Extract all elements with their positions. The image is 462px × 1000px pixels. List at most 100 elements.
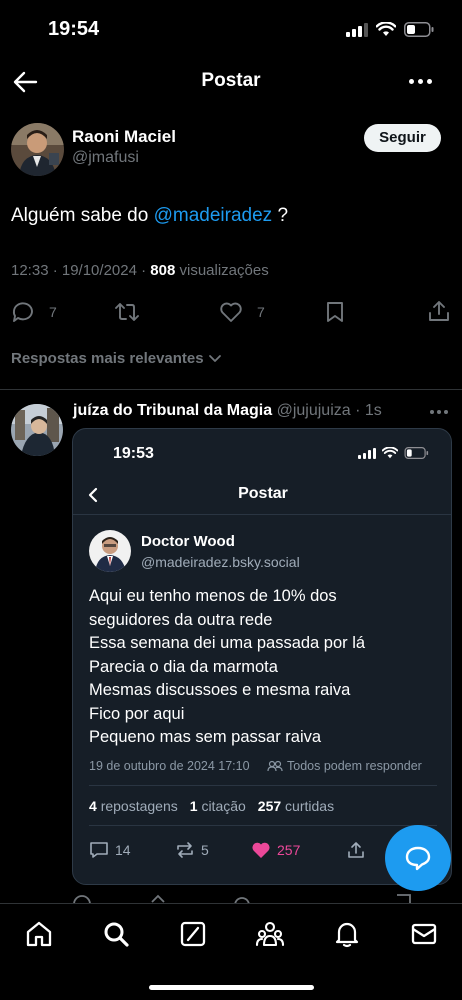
more-options-button[interactable]	[409, 79, 432, 84]
embedded-repost-action: 5	[175, 841, 251, 859]
share-action[interactable]	[428, 300, 450, 322]
repost-icon	[115, 303, 139, 321]
embedded-repost-count: 5	[201, 842, 209, 858]
embedded-reply-action: 14	[89, 841, 175, 859]
author-avatar[interactable]	[11, 123, 64, 176]
embedded-author-name: Doctor Wood	[141, 533, 235, 550]
reply-count: 7	[49, 304, 57, 320]
bell-icon	[335, 922, 359, 948]
nav-communities[interactable]	[255, 919, 285, 949]
quotes-label: citação	[201, 798, 246, 814]
embedded-author-avatar	[89, 530, 131, 572]
more-dot-icon	[427, 79, 432, 84]
embedded-post-text: Aqui eu tenho menos de 10% dos seguidore…	[89, 585, 365, 750]
post-text-prefix: Alguém sabe do	[11, 205, 154, 226]
communities-icon	[255, 921, 285, 947]
embedded-divider	[89, 785, 437, 786]
nav-search[interactable]	[101, 919, 131, 949]
embedded-title: Postar	[238, 485, 288, 502]
embedded-divider	[73, 514, 451, 515]
embedded-status-time: 19:53	[113, 445, 154, 462]
chevron-down-icon	[208, 354, 221, 362]
embedded-status-icons	[358, 447, 429, 459]
embedded-reply-count: 14	[115, 842, 131, 858]
embedded-divider	[89, 825, 437, 826]
embedded-text-line: Mesmas discussoes e mesma raiva	[89, 681, 351, 699]
embedded-stats: 4 repostagens 1 citação 257 curtidas	[89, 798, 334, 814]
reply-more-button[interactable]	[430, 410, 448, 414]
share-icon	[429, 301, 449, 321]
embedded-screenshot[interactable]: 19:53 Postar Doctor Wood @madeiradez.bsk…	[72, 428, 452, 885]
post-text-suffix: ?	[272, 205, 289, 226]
embedded-author-handle: @madeiradez.bsky.social	[141, 554, 300, 570]
likes-stat: 257 curtidas	[258, 798, 334, 814]
nav-notifications[interactable]	[332, 919, 362, 949]
repost-icon	[177, 842, 193, 858]
wifi-icon	[382, 447, 398, 459]
status-bar-time: 19:54	[48, 18, 100, 40]
grok-icon	[180, 921, 206, 947]
heart-icon	[220, 302, 242, 322]
embedded-text-line: Fico por aqui	[89, 704, 185, 723]
embedded-text-line: Essa semana dei uma passada por lá	[89, 634, 366, 652]
more-dot-icon	[437, 410, 441, 414]
follow-button[interactable]: Seguir	[364, 124, 441, 152]
views-count: 808	[150, 262, 176, 279]
envelope-icon	[411, 923, 437, 945]
author-name[interactable]: Raoni Maciel	[72, 127, 176, 147]
post-text: Alguém sabe do @madeiradez ?	[11, 205, 288, 227]
embedded-who-can-reply: Todos podem responder	[267, 759, 422, 773]
reply-author-name: juíza do Tribunal da Magia	[73, 402, 273, 419]
share-icon	[348, 842, 364, 858]
embedded-text-line: seguidores da outra rede	[89, 610, 273, 629]
reply-author[interactable]: juíza do Tribunal da Magia @jujujuiza · …	[73, 402, 382, 420]
more-dot-icon	[418, 79, 423, 84]
nav-messages[interactable]	[409, 919, 439, 949]
nav-grok[interactable]	[178, 919, 208, 949]
post-timestamp[interactable]: 12:33 · 19/10/2024 ·	[11, 262, 150, 279]
battery-icon	[404, 447, 429, 459]
embedded-share-action	[347, 841, 365, 859]
author-handle[interactable]: @jmafusi	[72, 149, 139, 167]
reposts-count: 4	[89, 798, 97, 814]
like-action[interactable]: 7	[219, 301, 265, 323]
embedded-like-action: 257	[251, 841, 347, 859]
reply-actions-partial-icon	[73, 894, 411, 903]
bookmark-action[interactable]	[325, 301, 345, 323]
likes-count: 257	[257, 798, 282, 814]
compose-button[interactable]	[385, 825, 451, 891]
embedded-text-line: Parecia o dia da marmota	[89, 657, 278, 676]
mention-link[interactable]: @madeiradez	[154, 205, 273, 226]
sort-replies-label: Respostas mais relevantes	[11, 350, 204, 367]
likes-label: curtidas	[285, 798, 335, 814]
section-divider	[0, 389, 462, 390]
comment-icon	[90, 842, 108, 858]
wifi-icon	[376, 22, 396, 36]
cellular-signal-icon	[358, 447, 376, 459]
reply-author-photo-icon	[11, 404, 63, 456]
more-dot-icon	[430, 410, 434, 414]
status-bar-icons	[346, 22, 434, 37]
page-title: Postar	[201, 70, 261, 91]
reply-author-handle: @jujujuiza · 1s	[276, 402, 382, 419]
embedded-like-count: 257	[277, 842, 301, 858]
reposts-stat: 4 repostagens	[89, 798, 178, 814]
search-icon	[104, 922, 129, 947]
nav-home[interactable]	[24, 919, 54, 949]
battery-icon	[404, 22, 434, 37]
reply-icon	[12, 302, 33, 322]
sort-replies-dropdown[interactable]: Respostas mais relevantes	[11, 350, 222, 367]
who-can-reply-label: Todos podem responder	[287, 759, 422, 773]
cellular-signal-icon	[346, 22, 368, 37]
repost-action[interactable]	[114, 301, 140, 323]
reply-actions-partial	[72, 893, 432, 903]
quotes-stat: 1 citação	[190, 798, 246, 814]
reply-author-avatar[interactable]	[11, 404, 63, 456]
reposts-label: repostagens	[100, 798, 178, 814]
like-count: 7	[257, 304, 265, 320]
heart-filled-icon	[252, 842, 270, 858]
reply-action[interactable]: 7	[11, 301, 57, 323]
embedded-text-line: Aqui eu tenho menos de 10% dos	[89, 587, 337, 605]
author-photo-icon	[11, 123, 64, 176]
embedded-text-line: Pequeno mas sem passar raiva	[89, 728, 322, 746]
